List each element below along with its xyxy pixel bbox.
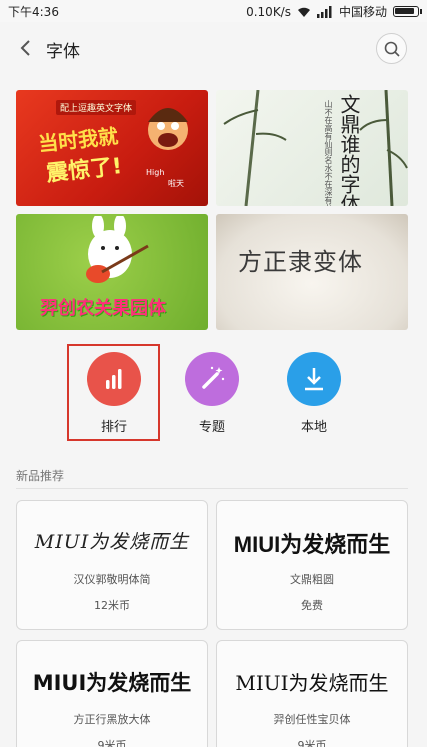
header: 字体 [0,22,427,74]
font-card[interactable]: MIUI为发烧而生 羿创任性宝贝体 9米币 [216,640,408,747]
banner-1[interactable]: 配上逗趣英文字体 当时我就 震惊了! High 啦天 [16,90,208,206]
search-button[interactable] [376,33,407,64]
status-bar: 下午4:36 0.10K/s 中国移动 [0,0,427,22]
category-topics[interactable]: 专题 [166,352,258,435]
font-card[interactable]: MIUI为发烧而生 汉仪郭敬明体简 12米币 [16,500,208,630]
font-sample: MIUI为发烧而生 [235,671,389,695]
font-name: 汉仪郭敬明体简 [73,573,151,586]
font-name: 羿创任性宝贝体 [273,713,351,726]
font-card[interactable]: MIUI为发烧而生 文鼎粗圆 免费 [216,500,408,630]
banner-1-line2: 震惊了! [45,154,124,187]
section-divider [16,488,408,489]
status-time: 下午4:36 [8,5,59,19]
banner-2-poem: 山不在高有仙则名水不在深有龙则灵斯是陋室惟吾德馨 [324,100,333,206]
banner-3-title: 羿创农关果园体 [40,298,166,319]
font-sample: MIUI为发烧而生 [34,531,190,553]
banner-3[interactable]: 羿创农关果园体 [16,214,208,330]
font-sample: MIUI为发烧而生 [233,532,391,557]
banner-2-title: 文鼎谁的字体 [337,94,361,206]
font-name: 方正行黑放大体 [73,713,151,726]
banner-1-badge2: 啦天 [168,179,184,188]
font-price: 9米币 [297,739,327,747]
font-name: 文鼎粗圆 [290,573,334,586]
font-price: 12米币 [94,599,130,612]
category-topics-label: 专题 [198,420,225,435]
banner-4[interactable]: 方正隶变体 [216,214,408,330]
battery-icon [393,6,422,17]
banner-1-badge: High [146,168,165,177]
category-local-label: 本地 [300,420,327,435]
font-card[interactable]: MIUI为发烧而生 方正行黑放大体 9米币 [16,640,208,747]
search-icon [384,41,400,57]
download-icon [287,352,341,406]
banner-4-title: 方正隶变体 [238,248,363,276]
rabbit-guitar-icon [86,216,149,283]
category-local[interactable]: 本地 [268,352,360,435]
page-title: 字体 [46,42,80,62]
signal-icon [316,5,332,18]
font-price: 免费 [301,599,323,612]
selection-highlight [67,344,160,441]
network-speed: 0.10K/s [246,4,291,19]
section-title: 新品推荐 [16,469,65,483]
carrier-name: 中国移动 [338,5,387,19]
magic-wand-icon [185,352,239,406]
font-price: 9米币 [97,739,127,747]
wifi-icon [297,7,310,17]
banner-1-tagline: 配上逗趣英文字体 [56,100,137,115]
back-icon[interactable] [14,34,38,62]
cartoon-face-icon [148,108,188,150]
font-sample: MIUI为发烧而生 [32,671,192,695]
banner-2[interactable]: 山不在高有仙则名水不在深有龙则灵斯是陋室惟吾德馨 文鼎谁的字体 [216,90,408,206]
